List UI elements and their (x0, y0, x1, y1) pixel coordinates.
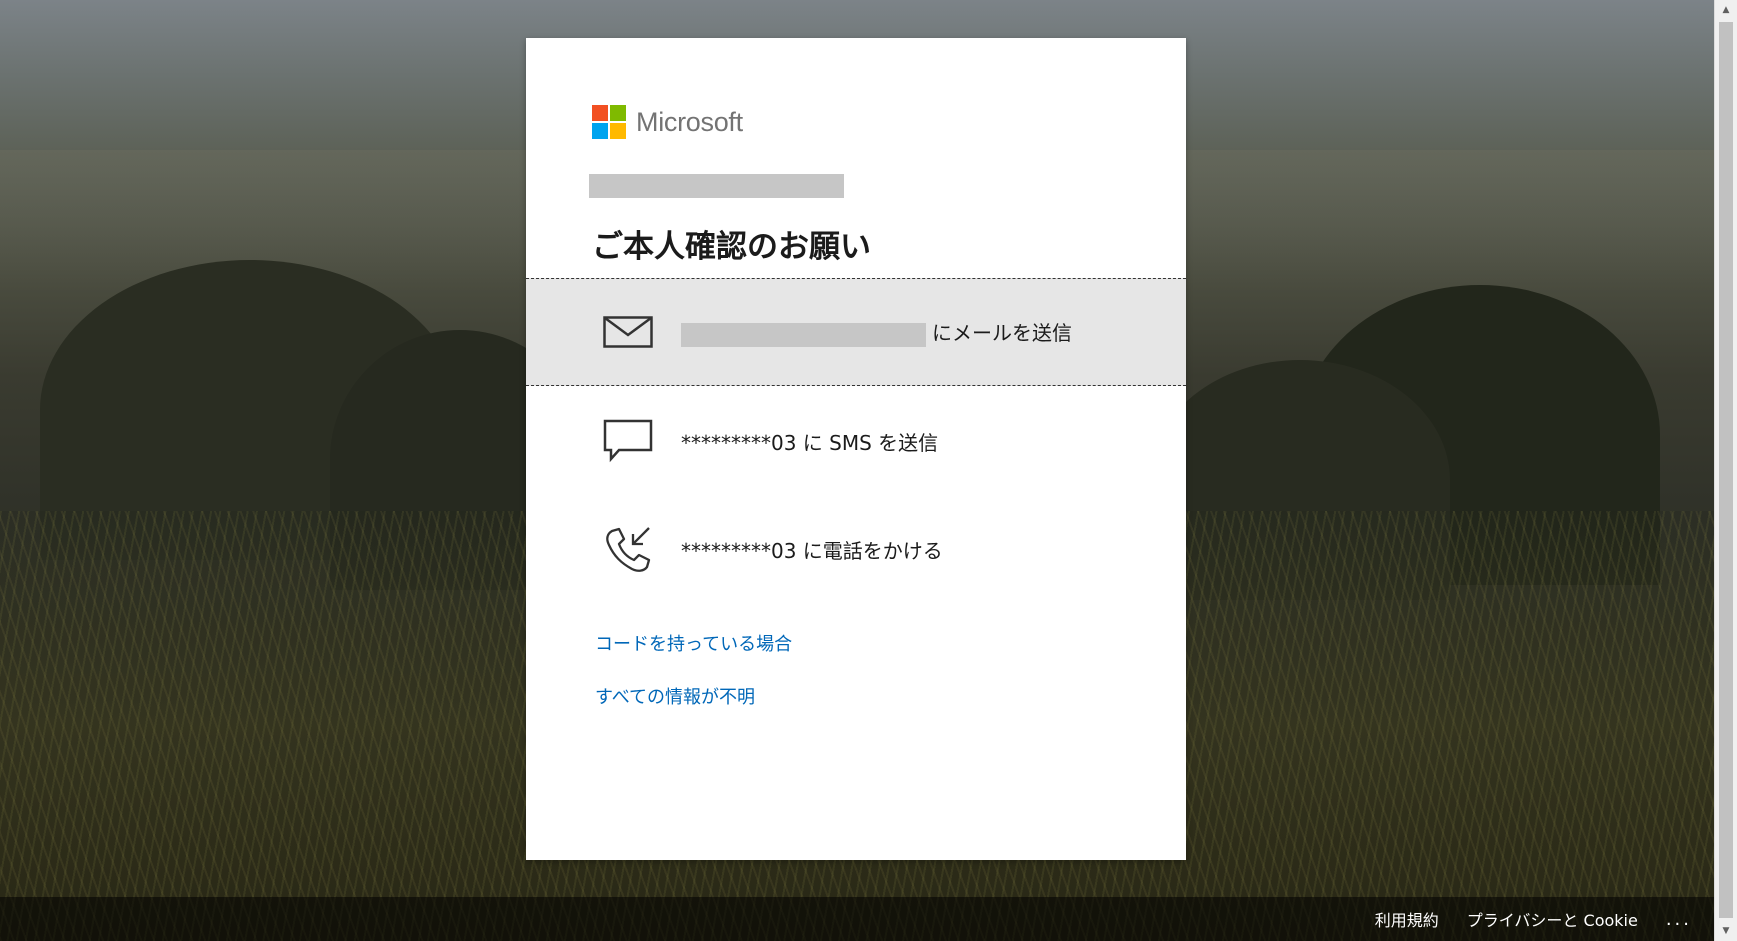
email-option-text: にメールを送信 (932, 321, 1072, 346)
envelope-icon (602, 306, 654, 358)
verify-option-email-label: にメールを送信 (681, 317, 1072, 347)
more-options-icon[interactable]: ... (1666, 909, 1692, 930)
phone-call-icon (602, 523, 654, 575)
terms-link[interactable]: 利用規約 (1375, 907, 1439, 931)
email-address-redacted (681, 322, 926, 347)
signin-card: Microsoft ご本人確認のお願い にメールを送信 *********03 … (526, 38, 1186, 860)
page-footer: 利用規約 プライバシーと Cookie ... (0, 897, 1714, 941)
chat-icon (602, 415, 654, 467)
verify-option-email[interactable]: にメールを送信 (526, 278, 1186, 386)
scrollbar-thumb[interactable] (1719, 22, 1733, 918)
vertical-scrollbar[interactable]: ▲ ▼ (1714, 0, 1737, 941)
verify-option-sms-label: *********03 に SMS を送信 (681, 430, 939, 455)
privacy-cookie-link[interactable]: プライバシーと Cookie (1467, 907, 1638, 931)
verify-option-call-label: *********03 に電話をかける (681, 538, 943, 563)
brand-name: Microsoft (636, 106, 743, 137)
have-code-link[interactable]: コードを持っている場合 (595, 630, 792, 656)
microsoft-logo: Microsoft (592, 105, 743, 139)
scroll-down-arrow-icon[interactable]: ▼ (1715, 921, 1737, 941)
verify-option-sms[interactable]: *********03 に SMS を送信 (526, 387, 1186, 495)
account-identifier-redacted (589, 174, 844, 198)
microsoft-logo-icon (592, 105, 626, 139)
page-title: ご本人確認のお願い (592, 229, 871, 265)
scroll-up-arrow-icon[interactable]: ▲ (1715, 0, 1737, 20)
verify-option-call[interactable]: *********03 に電話をかける (526, 495, 1186, 603)
no-info-link[interactable]: すべての情報が不明 (595, 683, 755, 709)
